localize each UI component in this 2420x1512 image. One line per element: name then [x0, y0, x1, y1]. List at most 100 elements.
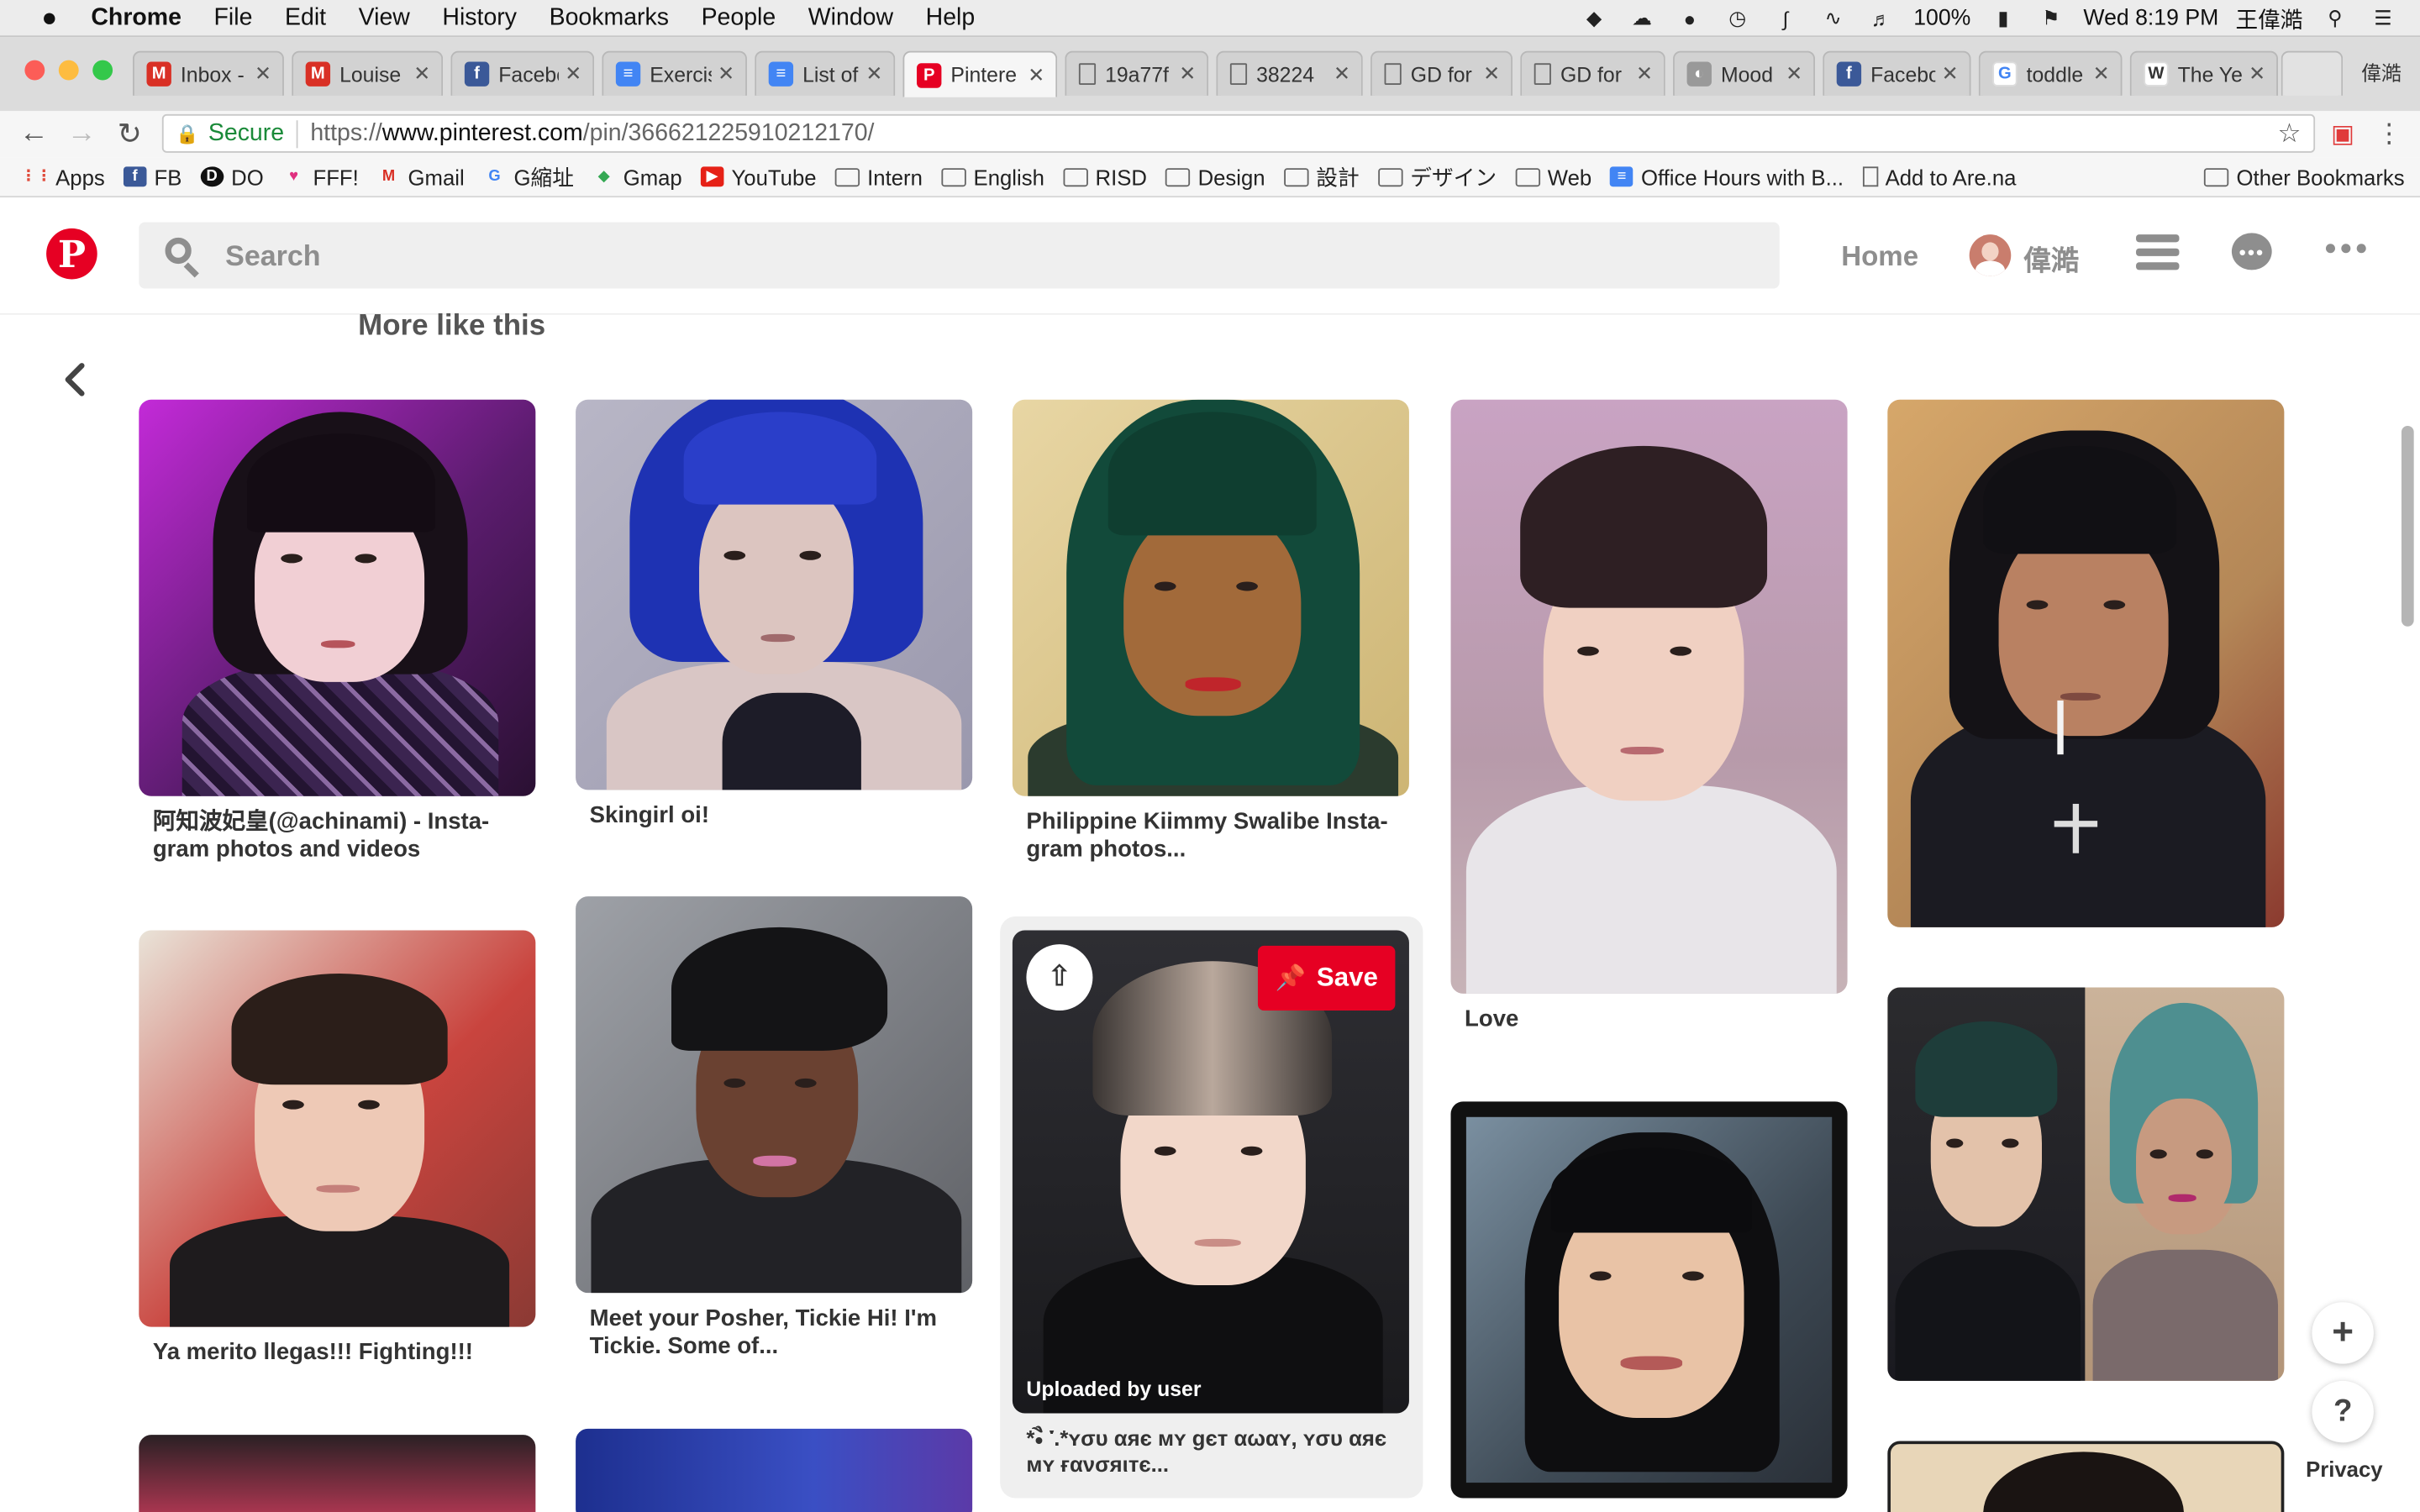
menu-people[interactable]: People: [702, 4, 776, 32]
pin-card[interactable]: [1887, 1441, 2285, 1512]
bookmark-12[interactable]: Design: [1165, 165, 1265, 189]
url-scheme[interactable]: https://: [310, 119, 381, 147]
dropbox-icon[interactable]: ◆: [1579, 6, 1610, 30]
bookmark-13[interactable]: 設計: [1283, 161, 1360, 192]
menu-file[interactable]: File: [214, 4, 253, 32]
pin-card[interactable]: [576, 1428, 973, 1512]
forward-icon[interactable]: →: [65, 118, 98, 151]
pin-image[interactable]: ⇧ 📌 Save Uploaded by user: [1012, 930, 1409, 1414]
battery-icon[interactable]: ▮: [1988, 6, 2019, 30]
pin-card[interactable]: ⇧ 📌 Save Uploaded by user *•ૈ ་.*ʏσυ αяє…: [1012, 930, 1409, 1478]
pin-caption[interactable]: Philippine Kiimmy Swalibe Insta-gram pho…: [1013, 808, 1409, 862]
pin-card[interactable]: [1887, 987, 2285, 1381]
tab-1[interactable]: M Inbox - ✕: [132, 50, 284, 96]
spotlight-search-icon[interactable]: ⚲: [2320, 6, 2351, 30]
zoom-window-button[interactable]: [92, 60, 113, 81]
tab-8[interactable]: 38224 ✕: [1216, 50, 1363, 96]
menu-help[interactable]: Help: [926, 4, 976, 32]
us-flag-icon[interactable]: ⚑: [2035, 6, 2066, 30]
bluetooth-icon[interactable]: ∫: [1770, 6, 1801, 30]
bookmark-5[interactable]: M Gmail: [377, 165, 465, 189]
close-icon[interactable]: ✕: [1179, 61, 1197, 86]
tab-10[interactable]: GD for ✕: [1520, 50, 1665, 96]
clock[interactable]: Wed 8:19 PM: [2083, 6, 2218, 30]
close-icon[interactable]: ✕: [413, 61, 432, 86]
pin-caption[interactable]: Skingirl oi!: [576, 802, 972, 829]
tab-3[interactable]: f Facebo✕: [450, 50, 595, 96]
pin-image[interactable]: [576, 399, 973, 790]
bookmark-4[interactable]: ♥ FFF!: [282, 165, 359, 189]
close-icon[interactable]: ✕: [865, 61, 884, 86]
pin-image[interactable]: [1887, 399, 2285, 927]
bookmark-1[interactable]: ⋮⋮ Apps: [21, 165, 105, 189]
pin-card[interactable]: 阿知波妃皇(@achinami) - Insta-gram photos and…: [139, 399, 536, 863]
shazam-icon[interactable]: ●: [1675, 6, 1706, 30]
bookmark-17[interactable]: Add to Are.na: [1862, 165, 2016, 189]
page-scrollbar[interactable]: [2401, 425, 2414, 627]
bookmark-11[interactable]: RISD: [1062, 165, 1147, 189]
bookmark-14[interactable]: デザイン: [1377, 161, 1497, 192]
url-host[interactable]: www.pinterest.com: [382, 119, 583, 147]
menu-bookmarks[interactable]: Bookmarks: [550, 4, 669, 32]
tab-12[interactable]: f Facebo ✕: [1823, 50, 1971, 96]
pin-image[interactable]: [576, 896, 973, 1294]
tab-9[interactable]: GD for ✕: [1370, 50, 1513, 96]
apple-menu-icon[interactable]: ●: [34, 3, 65, 34]
pin-card[interactable]: Ya merito llegas!!! Fighting!!!: [139, 930, 536, 1367]
close-icon[interactable]: ✕: [2249, 61, 2267, 86]
chrome-profile-name[interactable]: 偉澔: [2361, 57, 2402, 87]
pin-image[interactable]: [576, 1428, 973, 1512]
bookmark-16[interactable]: ≡ Office Hours with B...: [1610, 165, 1844, 189]
pin-image[interactable]: [139, 399, 536, 796]
pin-card[interactable]: [1887, 399, 2285, 927]
close-icon[interactable]: ✕: [255, 61, 273, 86]
pin-image[interactable]: [1012, 399, 1409, 796]
bookmark-7[interactable]: ◆ Gmap: [592, 165, 682, 189]
close-icon[interactable]: ✕: [718, 61, 736, 86]
privacy-link[interactable]: Privacy: [2306, 1457, 2383, 1481]
pin-image[interactable]: [1887, 987, 2285, 1381]
pin-image[interactable]: [1887, 1441, 2285, 1512]
close-icon[interactable]: ✕: [1334, 61, 1352, 86]
menu-edit[interactable]: Edit: [285, 4, 326, 32]
lock-icon[interactable]: 🔒: [176, 123, 198, 144]
tab-6[interactable]: P Pintere ✕: [902, 50, 1058, 97]
creative-cloud-icon[interactable]: ☁: [1627, 6, 1658, 30]
close-icon[interactable]: ✕: [1028, 62, 1046, 87]
pin-image[interactable]: [1450, 1101, 1848, 1499]
tab-11[interactable]: ◐ Mood ✕: [1673, 50, 1816, 96]
tab-5[interactable]: ≡ List of ✕: [755, 50, 896, 96]
menu-icon[interactable]: [2136, 234, 2180, 271]
url-path[interactable]: /pin/366621225910212170/: [583, 119, 875, 147]
pinterest-logo-icon[interactable]: P: [46, 228, 97, 280]
pin-card[interactable]: Meet your Posher, Tickie Hi! I'm Tickie.…: [576, 896, 973, 1359]
pin-caption[interactable]: Meet your Posher, Tickie Hi! I'm Tickie.…: [576, 1305, 972, 1359]
bookmark-2[interactable]: f FB: [123, 165, 182, 189]
menu-history[interactable]: History: [442, 4, 517, 32]
bookmark-15[interactable]: Web: [1515, 165, 1591, 189]
pin-image[interactable]: [139, 930, 536, 1327]
close-icon[interactable]: ✕: [565, 61, 583, 86]
new-tab-button[interactable]: [2281, 50, 2344, 96]
bookmark-6[interactable]: G G縮址: [483, 161, 574, 192]
add-pin-button[interactable]: +: [2312, 1302, 2374, 1364]
close-icon[interactable]: ✕: [1942, 61, 1960, 86]
secure-label[interactable]: Secure: [208, 119, 284, 147]
bookmark-star-icon[interactable]: ☆: [2278, 118, 2302, 150]
pin-card[interactable]: Skingirl oi!: [576, 399, 973, 830]
other-bookmarks[interactable]: Other Bookmarks: [2203, 165, 2405, 189]
messages-icon[interactable]: •••: [2231, 233, 2272, 270]
time-machine-icon[interactable]: ◷: [1722, 6, 1753, 30]
home-link[interactable]: Home: [1841, 241, 1918, 274]
pin-caption[interactable]: 阿知波妃皇(@achinami) - Insta-gram photos and…: [139, 808, 535, 862]
notification-center-icon[interactable]: ☰: [2368, 6, 2399, 30]
save-button[interactable]: 📌 Save: [1257, 945, 1396, 1011]
avatar[interactable]: [1969, 234, 2012, 276]
reload-icon[interactable]: ↻: [113, 118, 146, 151]
close-icon[interactable]: ✕: [2093, 61, 2112, 86]
pin-card[interactable]: [1450, 1101, 1848, 1499]
profile-username[interactable]: 偉澔: [2023, 239, 2079, 280]
menu-app-name[interactable]: Chrome: [91, 4, 182, 32]
close-icon[interactable]: ✕: [1483, 61, 1502, 86]
search-input[interactable]: Search: [139, 222, 1780, 289]
